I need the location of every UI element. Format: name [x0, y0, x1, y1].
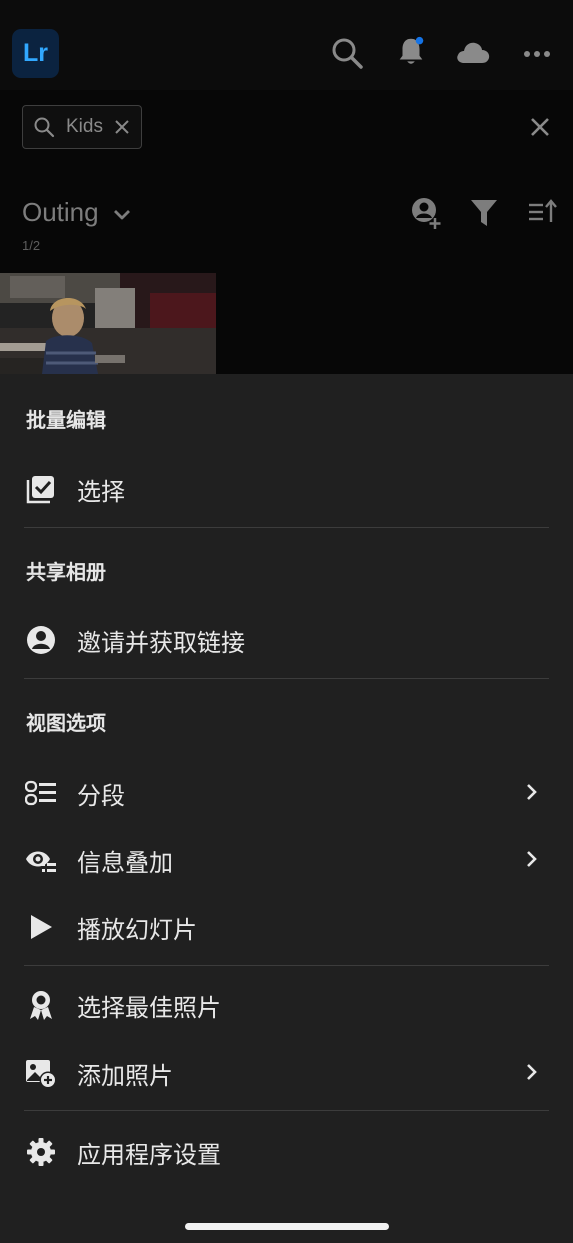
menu-item-add-photos[interactable]: 添加照片 — [77, 1056, 173, 1091]
close-search-icon[interactable] — [529, 116, 551, 138]
section-heading-view-options: 视图选项 — [26, 711, 106, 735]
chevron-right-icon — [527, 784, 537, 800]
lightroom-logo[interactable]: Lr — [12, 29, 59, 78]
chevron-right-icon — [527, 851, 537, 867]
menu-item-info-overlay[interactable]: 信息叠加 — [77, 843, 173, 878]
search-icon[interactable] — [330, 36, 364, 70]
filter-icon[interactable] — [470, 198, 498, 228]
person-circle-icon — [27, 626, 55, 654]
search-chip-icon — [34, 117, 55, 138]
chevron-down-icon[interactable] — [112, 207, 132, 223]
photo-thumbnail[interactable] — [0, 273, 216, 374]
chevron-right-icon — [527, 1064, 537, 1080]
menu-item-app-settings[interactable]: 应用程序设置 — [77, 1135, 221, 1170]
segment-icon — [25, 780, 56, 806]
menu-item-best-photos[interactable]: 选择最佳照片 — [77, 988, 221, 1023]
menu-item-segment[interactable]: 分段 — [77, 776, 125, 811]
divider — [24, 965, 549, 966]
home-indicator — [185, 1223, 389, 1230]
divider — [24, 527, 549, 528]
section-heading-batch-edit: 批量编辑 — [26, 408, 106, 432]
album-title[interactable]: Outing — [22, 197, 99, 228]
cloud-sync-icon[interactable] — [455, 36, 491, 70]
menu-item-select[interactable]: 选择 — [77, 472, 125, 507]
divider — [24, 1110, 549, 1111]
notification-bell-icon[interactable] — [394, 34, 428, 68]
notification-dot — [415, 36, 424, 45]
info-overlay-icon — [26, 851, 56, 872]
gear-icon — [27, 1138, 55, 1166]
photo-count: 1/2 — [22, 238, 41, 253]
more-options-icon[interactable] — [522, 36, 552, 70]
menu-item-invite-link[interactable]: 邀请并获取链接 — [77, 623, 245, 658]
award-ribbon-icon — [30, 991, 52, 1020]
clear-chip-icon[interactable] — [114, 119, 130, 135]
menu-item-slideshow[interactable]: 播放幻灯片 — [77, 910, 197, 945]
add-person-icon[interactable] — [409, 196, 443, 232]
divider — [24, 678, 549, 679]
play-icon — [31, 915, 52, 939]
sort-icon[interactable] — [527, 199, 557, 225]
section-heading-shared-album: 共享相册 — [26, 560, 106, 584]
add-photo-icon — [26, 1060, 57, 1089]
select-checkbox-icon — [26, 476, 54, 504]
search-query-text: Kids — [66, 116, 103, 137]
